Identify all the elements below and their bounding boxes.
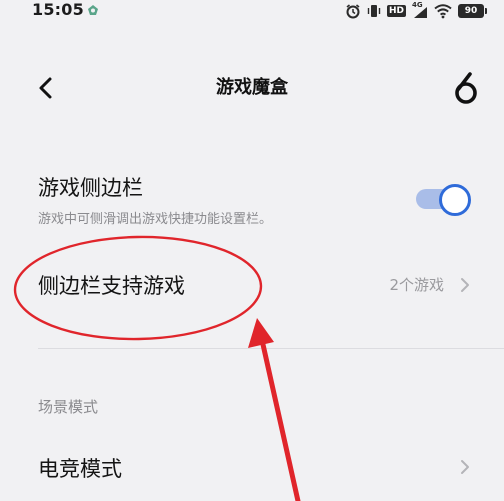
page-title: 游戏魔盒 bbox=[216, 77, 288, 98]
status-bar: 15:05 HD 4G 90 bbox=[0, 0, 504, 22]
esports-mode-title: 电竞模式 bbox=[38, 457, 122, 481]
brand-logo-button[interactable] bbox=[448, 70, 484, 106]
alarm-icon bbox=[346, 4, 360, 19]
annotation-arrow-head bbox=[248, 318, 274, 348]
sidebar-supported-games-title: 侧边栏支持游戏 bbox=[38, 274, 185, 298]
status-time: 15:05 bbox=[32, 0, 84, 19]
scene-mode-section-label: 场景模式 bbox=[38, 398, 99, 416]
back-button[interactable] bbox=[32, 74, 60, 102]
toggle-knob bbox=[439, 184, 471, 216]
game-sidebar-title: 游戏侧边栏 bbox=[38, 176, 143, 200]
chevron-right-icon bbox=[461, 460, 469, 474]
game-sidebar-toggle[interactable] bbox=[414, 182, 471, 216]
chevron-right-icon bbox=[461, 278, 469, 292]
divider bbox=[38, 348, 504, 349]
supported-games-count: 2个游戏 bbox=[389, 276, 444, 294]
hd-badge: HD bbox=[386, 5, 406, 17]
battery-indicator: 90 bbox=[458, 4, 487, 18]
back-arrow-icon bbox=[39, 77, 52, 99]
status-icons: HD 4G 90 bbox=[345, 1, 487, 19]
vibrate-icon bbox=[367, 5, 381, 17]
brand-logo-icon bbox=[455, 72, 477, 104]
signal-icon: 4G bbox=[412, 1, 428, 19]
wifi-icon bbox=[434, 4, 452, 19]
app-notification-icon bbox=[88, 5, 98, 15]
game-sidebar-description: 游戏中可侧滑调出游戏快捷功能设置栏。 bbox=[38, 212, 273, 227]
